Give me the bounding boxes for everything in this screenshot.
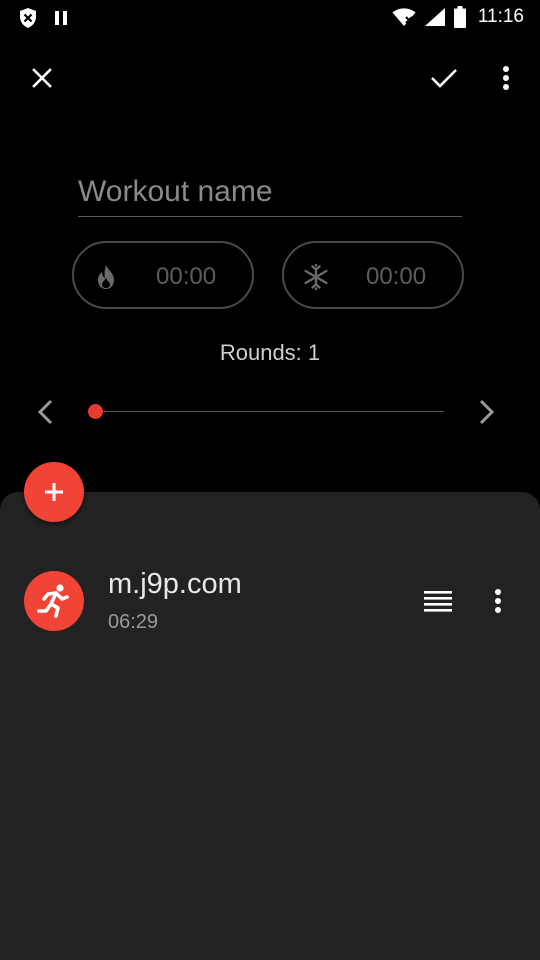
round-slider-thumb[interactable]	[88, 404, 103, 419]
exercise-name: m.j9p.com	[108, 568, 242, 600]
status-left	[18, 7, 68, 29]
exercise-duration: 06:29	[108, 611, 159, 633]
shield-x-icon	[20, 8, 36, 28]
status-clock: 11:16	[477, 6, 524, 27]
check-icon	[431, 69, 457, 88]
pause-icon	[55, 11, 67, 25]
wifi-icon	[392, 8, 416, 26]
drag-handle[interactable]	[422, 588, 454, 614]
run-icon	[37, 584, 69, 618]
add-exercise-button[interactable]	[24, 462, 84, 522]
close-icon	[32, 68, 52, 88]
more-vert-icon	[495, 589, 501, 613]
exercise-avatar	[24, 571, 84, 631]
warmup-timer-button[interactable]: 00:00	[72, 241, 254, 309]
more-vert-icon	[503, 66, 509, 90]
cooldown-timer-button[interactable]: 00:00	[282, 241, 464, 309]
warmup-time: 00:00	[156, 263, 217, 290]
chevron-left-icon	[37, 399, 53, 425]
flame-icon	[98, 265, 114, 289]
chevron-right-icon	[479, 399, 495, 425]
rounds-label: Rounds: 1	[219, 340, 321, 365]
round-slider-track[interactable]	[95, 411, 444, 412]
workout-name-input[interactable]	[78, 168, 462, 217]
close-button[interactable]	[26, 62, 58, 94]
status-right: 11:16	[392, 6, 524, 28]
status-bar: 11:16	[0, 0, 540, 36]
reorder-icon	[424, 591, 452, 612]
plus-icon	[45, 483, 63, 501]
toolbar	[0, 52, 540, 104]
previous-round-button[interactable]	[30, 396, 62, 428]
signal-icon	[424, 8, 445, 26]
snowflake-icon	[304, 263, 328, 291]
cooldown-time: 00:00	[366, 263, 427, 290]
list-item[interactable]: m.j9p.com 06:29	[0, 560, 540, 642]
save-button[interactable]	[426, 62, 462, 94]
exercise-more-button[interactable]	[486, 584, 510, 618]
battery-icon	[453, 6, 466, 28]
next-round-button[interactable]	[470, 396, 502, 428]
more-options-button[interactable]	[494, 62, 518, 94]
